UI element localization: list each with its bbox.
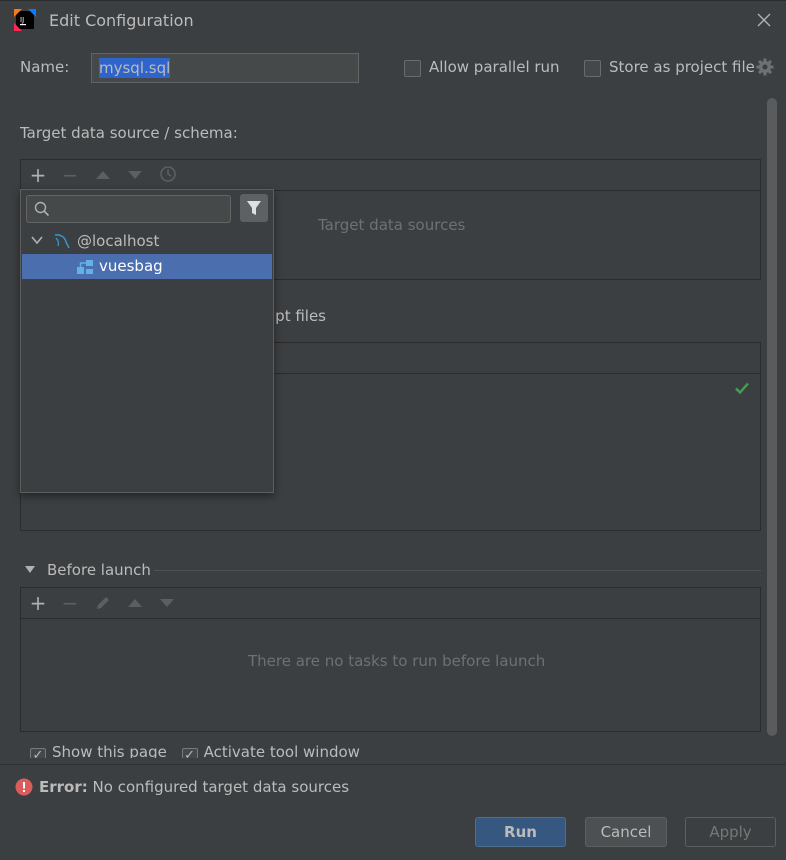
error-detail: No configured target data sources (92, 778, 350, 796)
store-as-project-file-label[interactable]: Store as project file (609, 58, 755, 76)
target-empty-text: Target data sources (318, 216, 466, 234)
close-button[interactable] (750, 6, 778, 34)
remove-icon[interactable]: − (58, 163, 82, 187)
tree-label: @localhost (77, 232, 160, 250)
name-value: mysql.sql (99, 58, 171, 78)
error-prefix: Error: (39, 778, 88, 796)
remove-icon[interactable]: − (58, 591, 82, 615)
move-down-icon[interactable] (127, 170, 143, 180)
move-up-icon[interactable] (127, 598, 143, 608)
mysql-icon (54, 234, 70, 249)
before-launch-toolbar: + − (20, 587, 761, 619)
error-message: Error: No configured target data sources (39, 778, 349, 796)
before-launch-empty-text: There are no tasks to run before launch (248, 652, 546, 670)
search-input[interactable] (26, 195, 231, 223)
tree-label: vuesbag (99, 257, 163, 275)
options-row: ✓ Show this page ✓ Activate tool window (20, 740, 380, 758)
collapse-chevron-icon[interactable] (24, 565, 36, 575)
schema-icon (77, 260, 93, 274)
svg-text:IJ: IJ (20, 16, 24, 24)
activate-tool-window-checkbox[interactable]: ✓ (181, 748, 198, 758)
add-icon[interactable]: + (26, 163, 50, 187)
apply-button[interactable]: Apply (685, 817, 776, 847)
filter-button[interactable] (240, 194, 268, 222)
store-as-project-file-checkbox[interactable] (584, 60, 601, 77)
show-page-label[interactable]: Show this page (52, 743, 167, 758)
target-data-source-heading: Target data source / schema: (20, 124, 238, 142)
section-divider (154, 570, 761, 571)
check-icon (735, 382, 749, 395)
allow-parallel-run-label[interactable]: Allow parallel run (429, 58, 560, 76)
footer-separator (0, 764, 786, 765)
filter-icon (247, 201, 261, 215)
gear-icon[interactable] (756, 58, 774, 76)
edit-icon[interactable] (94, 594, 112, 612)
name-field[interactable]: mysql.sql (91, 53, 359, 83)
before-launch-heading[interactable]: Before launch (47, 561, 151, 579)
allow-parallel-run-checkbox[interactable] (404, 60, 421, 77)
window-title: Edit Configuration (49, 11, 194, 30)
show-page-checkbox[interactable]: ✓ (30, 748, 46, 758)
search-icon (34, 201, 50, 217)
history-icon[interactable] (159, 165, 177, 183)
run-button[interactable]: Run (475, 817, 566, 847)
add-icon[interactable]: + (26, 591, 50, 615)
chevron-down-icon[interactable] (30, 233, 44, 247)
cancel-button[interactable]: Cancel (585, 817, 667, 847)
move-down-icon[interactable] (159, 598, 175, 608)
script-files-heading: ipt files (271, 307, 326, 325)
error-icon (15, 778, 33, 796)
target-toolbar: + − (20, 159, 761, 191)
close-icon (757, 13, 771, 27)
name-label: Name: (20, 58, 70, 76)
move-up-icon[interactable] (95, 170, 111, 180)
vertical-scrollbar[interactable] (767, 98, 777, 736)
activate-tool-window-label[interactable]: Activate tool window (204, 743, 360, 758)
intellij-app-icon: IJ (14, 9, 36, 31)
